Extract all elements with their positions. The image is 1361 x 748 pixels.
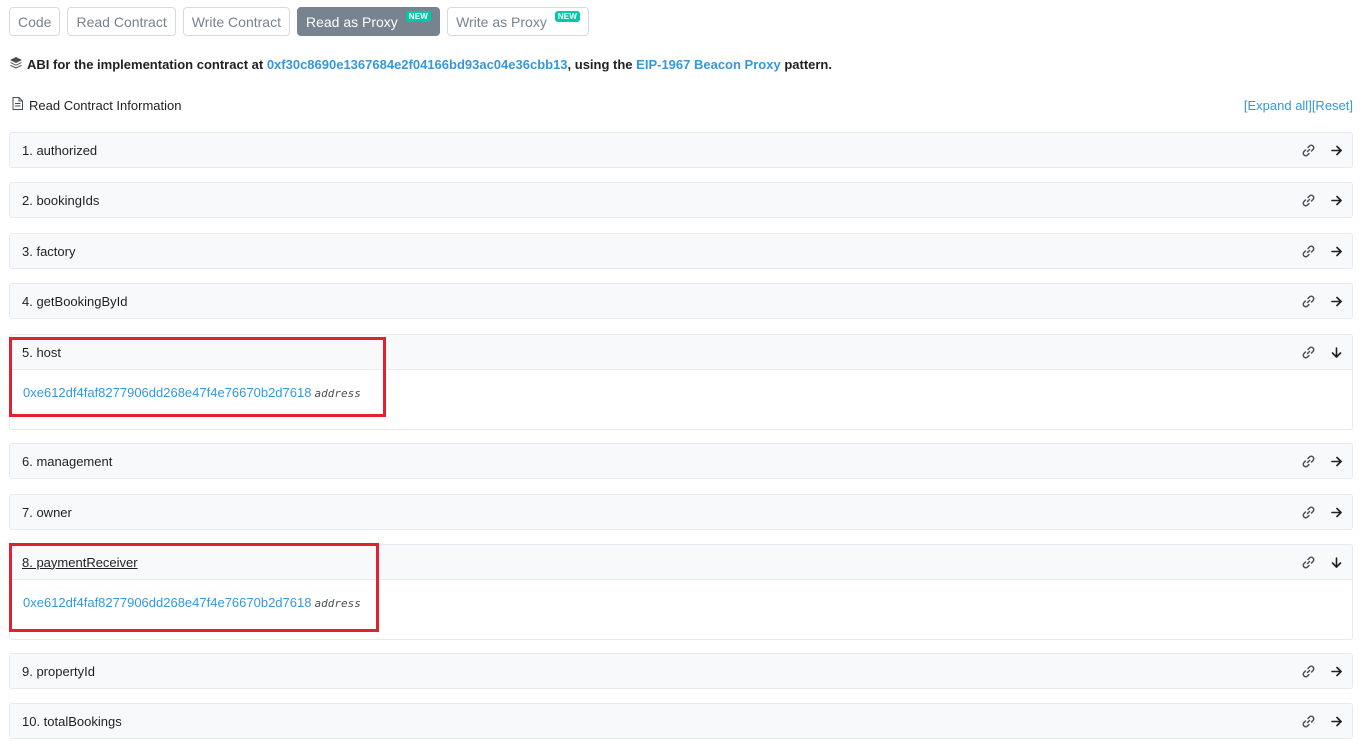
function-title: 4. getBookingById [22,293,128,309]
tab-label: Read as Proxy [305,13,398,30]
function-item-owner: 7. owner [9,494,1353,530]
document-icon [12,97,23,113]
function-title: 9. propertyId [22,663,95,679]
function-item-management: 6. management [9,443,1353,479]
tab-write-contract[interactable]: Write Contract [182,7,290,36]
function-result: 0xe612df4faf8277906dd268e47f4e76670b2d76… [10,370,1352,429]
expand-all-link[interactable]: [Expand all] [1244,98,1312,113]
tab-label: Write Contract [191,13,281,30]
abi-suffix: pattern. [784,57,832,72]
link-icon[interactable] [1302,556,1315,569]
tab-label: Write as Proxy [456,13,547,30]
function-item-bookingids: 2. bookingIds [9,182,1353,218]
link-icon[interactable] [1302,506,1315,519]
arrow-right-icon[interactable] [1331,666,1342,677]
function-header[interactable]: 7. owner [10,495,1352,529]
proxy-pattern-link[interactable]: EIP-1967 Beacon Proxy [636,57,781,72]
implementation-address-link[interactable]: 0xf30c8690e1367684e2f04166bd93ac04e36cbb… [267,57,568,72]
function-title: 2. bookingIds [22,192,100,208]
arrow-right-icon[interactable] [1331,145,1342,156]
link-icon[interactable] [1302,194,1315,207]
function-item-propertyid: 9. propertyId [9,653,1353,689]
function-title: 8. paymentReceiver [22,554,138,570]
function-header[interactable]: 5. host [10,335,1352,370]
function-header[interactable]: 10. totalBookings [10,704,1352,738]
function-item-authorized: 1. authorized [9,132,1353,168]
link-icon[interactable] [1302,665,1315,678]
tab-label: Read Contract [76,13,167,30]
abi-middle: , using the [567,57,633,72]
arrow-right-icon[interactable] [1331,195,1342,206]
function-title: 6. management [22,453,113,469]
arrow-right-icon[interactable] [1331,716,1342,727]
function-header[interactable]: 9. propertyId [10,654,1352,688]
link-icon[interactable] [1302,346,1315,359]
new-badge: NEW [554,11,581,22]
tab-label: Code [18,13,52,30]
function-item-totalbookings: 10. totalBookings [9,703,1353,739]
function-title: 7. owner [22,504,72,520]
result-address-link[interactable]: 0xe612df4faf8277906dd268e47f4e76670b2d76… [23,595,311,610]
link-icon[interactable] [1302,455,1315,468]
arrow-down-icon[interactable] [1331,346,1342,358]
function-item-paymentreceiver: 8. paymentReceiver 0xe612df4faf8277906dd… [9,544,1353,640]
function-header[interactable]: 2. bookingIds [10,183,1352,217]
function-item-factory: 3. factory [9,233,1353,269]
read-contract-header: Read Contract Information [12,97,181,113]
new-badge: NEW [405,11,432,22]
function-item-host: 5. host 0xe612df4faf8277906dd268e47f4e76… [9,334,1353,430]
arrow-right-icon[interactable] [1331,246,1342,257]
reset-link[interactable]: [Reset] [1312,98,1353,113]
result-type: address [314,387,361,400]
expand-controls: [Expand all][Reset] [1244,98,1353,113]
read-contract-title: Read Contract Information [29,97,182,113]
result-type: address [314,597,361,610]
function-header[interactable]: 1. authorized [10,133,1352,167]
function-header[interactable]: 8. paymentReceiver [10,545,1352,580]
link-icon[interactable] [1302,715,1315,728]
function-result: 0xe612df4faf8277906dd268e47f4e76670b2d76… [10,580,1352,639]
tab-write-as-proxy[interactable]: Write as Proxy NEW [447,7,590,36]
abi-notice: ABI for the implementation contract at 0… [9,56,832,73]
function-title: 3. factory [22,243,76,259]
arrow-right-icon[interactable] [1331,456,1342,467]
tab-read-contract[interactable]: Read Contract [67,7,176,36]
tab-read-as-proxy[interactable]: Read as Proxy NEW [296,7,441,36]
link-icon[interactable] [1302,295,1315,308]
link-icon[interactable] [1302,144,1315,157]
function-header[interactable]: 4. getBookingById [10,284,1352,318]
tab-bar: Code Read Contract Write Contract Read a… [9,7,590,36]
function-item-getbookingbyid: 4. getBookingById [9,283,1353,319]
function-title: 1. authorized [22,142,98,158]
function-title: 10. totalBookings [22,713,122,729]
arrow-down-icon[interactable] [1331,556,1342,568]
function-header[interactable]: 3. factory [10,234,1352,268]
function-header[interactable]: 6. management [10,444,1352,478]
result-address-link[interactable]: 0xe612df4faf8277906dd268e47f4e76670b2d76… [23,385,311,400]
arrow-right-icon[interactable] [1331,296,1342,307]
function-title: 5. host [22,344,62,360]
layers-icon [9,56,23,73]
arrow-right-icon[interactable] [1331,507,1342,518]
link-icon[interactable] [1302,245,1315,258]
tab-code[interactable]: Code [9,7,61,36]
abi-prefix: ABI for the implementation contract at [27,57,264,72]
